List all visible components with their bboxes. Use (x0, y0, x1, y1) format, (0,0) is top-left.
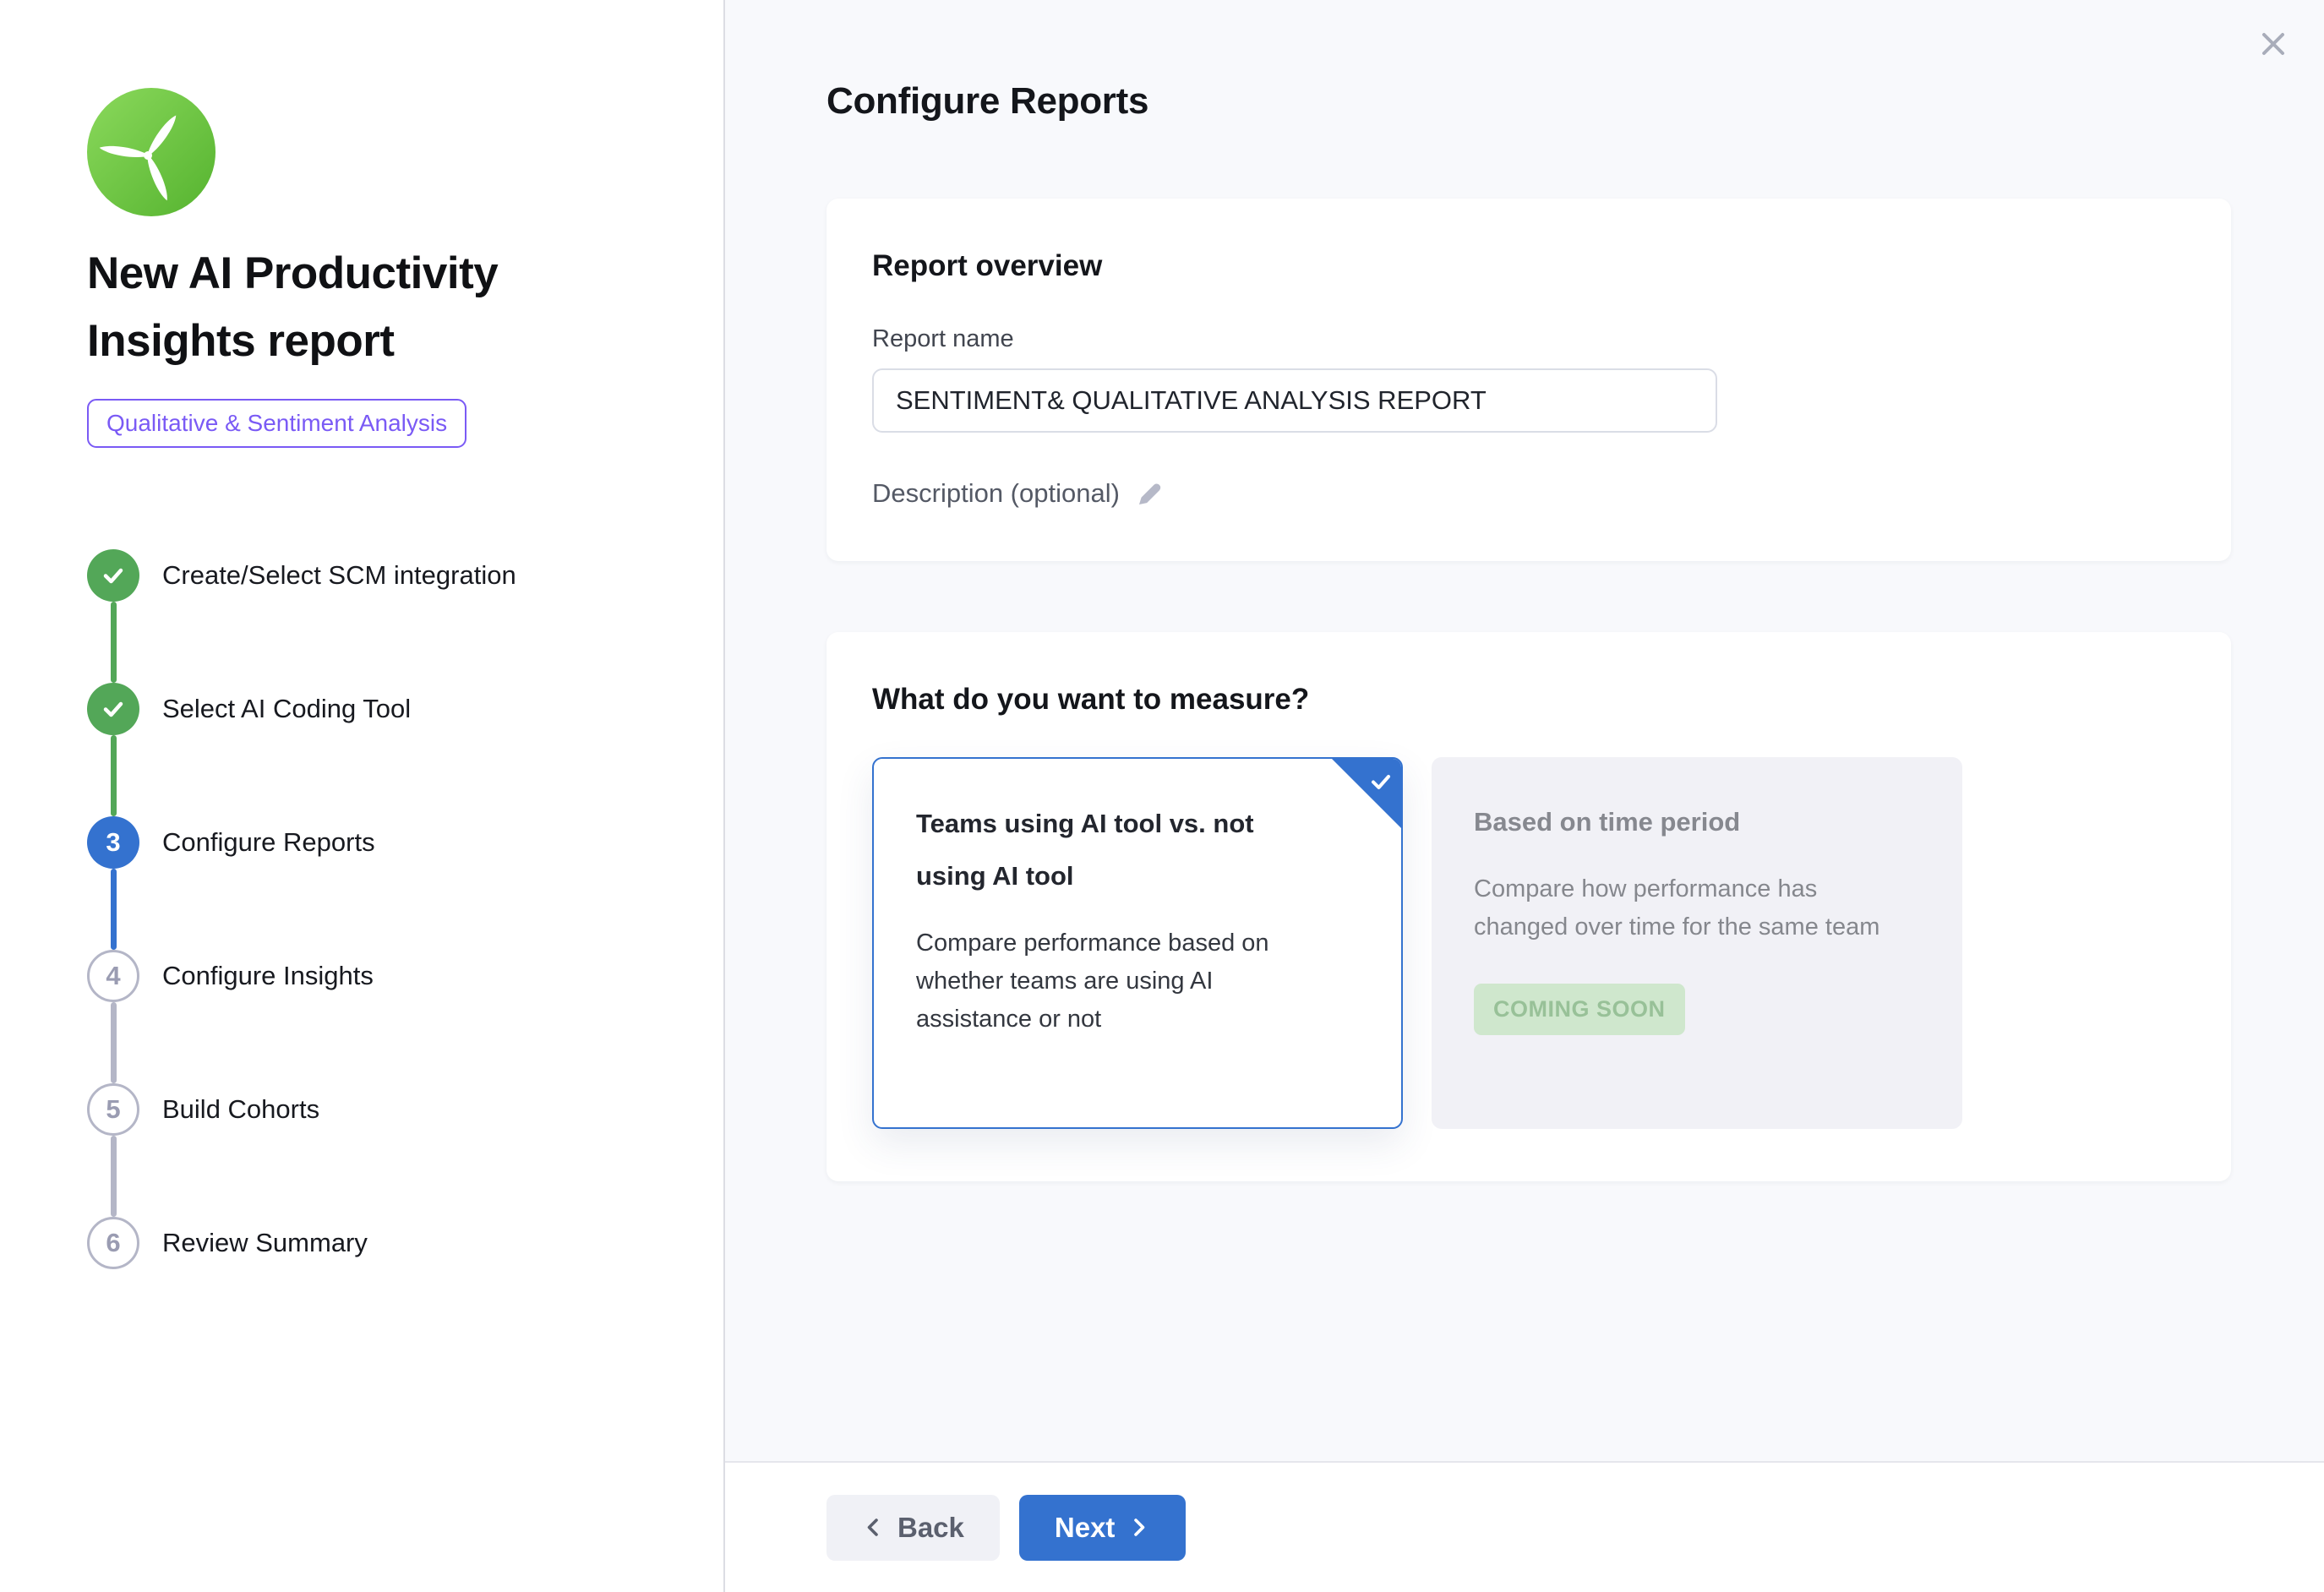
wizard-sidebar: New AI Productivity Insights report Qual… (0, 0, 725, 1592)
step-rail: 6 (87, 1217, 139, 1269)
wizard-title: New AI Productivity Insights report (87, 240, 636, 375)
page-title: Configure Reports (826, 80, 2231, 123)
step-connector (111, 602, 117, 683)
step-number: 5 (87, 1083, 139, 1136)
report-type-badge: Qualitative & Sentiment Analysis (87, 399, 466, 448)
back-button[interactable]: Back (826, 1495, 1000, 1561)
coming-soon-badge: COMING SOON (1474, 984, 1685, 1035)
step-select-ai-coding-tool[interactable]: Select AI Coding Tool (87, 683, 690, 816)
step-connector (111, 1002, 117, 1083)
pencil-icon (1135, 479, 1164, 508)
description-edit[interactable]: Description (optional) (872, 478, 1164, 509)
next-button[interactable]: Next (1019, 1495, 1187, 1561)
propeller-icon (87, 88, 215, 216)
step-rail: 5 (87, 1083, 139, 1217)
step-review-summary[interactable]: 6 Review Summary (87, 1217, 690, 1269)
step-configure-reports[interactable]: 3 Configure Reports (87, 816, 690, 950)
chevron-left-icon (862, 1516, 885, 1539)
step-rail: 3 (87, 816, 139, 950)
step-rail (87, 549, 139, 683)
step-build-cohorts[interactable]: 5 Build Cohorts (87, 1083, 690, 1217)
close-button[interactable] (2251, 22, 2295, 66)
back-button-label: Back (897, 1512, 964, 1544)
report-name-label: Report name (872, 325, 2184, 353)
step-rail: 4 (87, 950, 139, 1083)
report-overview-card: Report overview Report name Description … (826, 199, 2231, 561)
check-icon (100, 695, 127, 722)
step-label: Configure Reports (162, 816, 375, 869)
measure-heading: What do you want to measure? (872, 683, 2184, 717)
panel-content: Configure Reports Report overview Report… (725, 0, 2324, 1461)
step-number: 3 (87, 816, 139, 869)
option-title: Based on time period (1474, 796, 1879, 848)
step-connector (111, 869, 117, 950)
step-label: Select AI Coding Tool (162, 683, 411, 735)
step-done-indicator (87, 549, 139, 602)
step-connector (111, 1136, 117, 1217)
option-description: Compare how performance has changed over… (1474, 870, 1888, 946)
step-number: 4 (87, 950, 139, 1002)
report-overview-heading: Report overview (872, 249, 2184, 283)
step-done-indicator (87, 683, 139, 735)
step-number: 6 (87, 1217, 139, 1269)
step-rail (87, 683, 139, 816)
chevron-right-icon (1127, 1516, 1150, 1539)
step-connector (111, 735, 117, 816)
close-icon (2257, 28, 2289, 60)
configure-reports-panel: Configure Reports Report overview Report… (725, 0, 2324, 1592)
app-logo (87, 88, 215, 216)
measure-card: What do you want to measure? Teams using… (826, 632, 2231, 1181)
next-button-label: Next (1055, 1512, 1116, 1544)
measure-options: Teams using AI tool vs. not using AI too… (872, 757, 2184, 1129)
check-icon (1368, 769, 1394, 794)
step-create-select-scm-integration[interactable]: Create/Select SCM integration (87, 549, 690, 683)
wizard-footer: Back Next (725, 1461, 2324, 1592)
step-label: Create/Select SCM integration (162, 549, 516, 602)
option-based-on-time-period: Based on time period Compare how perform… (1432, 757, 1962, 1129)
report-wizard: New AI Productivity Insights report Qual… (0, 0, 2324, 1592)
step-label: Configure Insights (162, 950, 374, 1002)
report-name-input[interactable] (872, 368, 1717, 433)
check-icon (100, 562, 127, 589)
description-label: Description (optional) (872, 478, 1120, 509)
step-configure-insights[interactable]: 4 Configure Insights (87, 950, 690, 1083)
step-label: Review Summary (162, 1217, 368, 1269)
option-description: Compare performance based on whether tea… (916, 924, 1330, 1039)
option-teams-vs-not-using-ai[interactable]: Teams using AI tool vs. not using AI too… (872, 757, 1403, 1129)
wizard-steps: Create/Select SCM integration Select AI … (87, 549, 690, 1269)
step-label: Build Cohorts (162, 1083, 319, 1136)
option-title: Teams using AI tool vs. not using AI too… (916, 798, 1322, 902)
